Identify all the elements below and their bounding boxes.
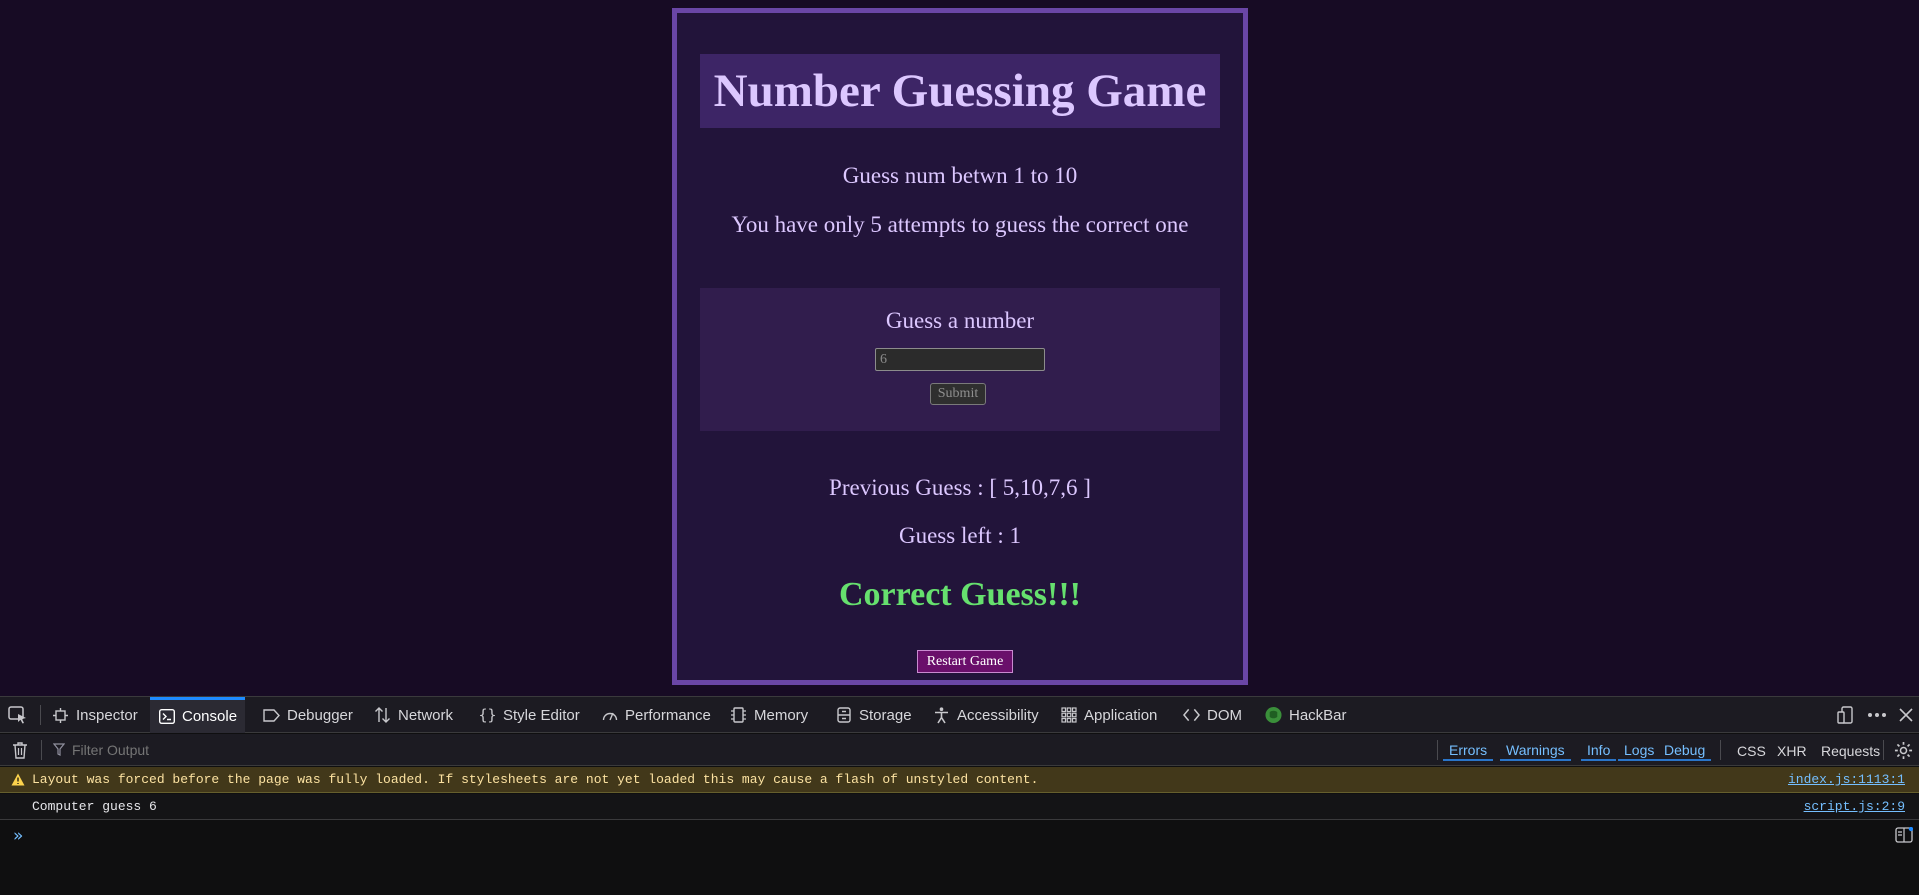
tab-network[interactable]: Network	[366, 697, 461, 733]
filter-icon	[53, 743, 65, 756]
style-editor-icon: {}	[478, 706, 497, 724]
message-text: Computer guess 6	[32, 799, 157, 814]
message-text: Layout was forced before the page was fu…	[32, 772, 1039, 787]
tab-style-editor[interactable]: {} Style Editor	[471, 697, 588, 733]
filter-info-button[interactable]: Info	[1581, 740, 1617, 761]
console-prompt-icon[interactable]: »	[13, 826, 23, 846]
accessibility-icon	[933, 706, 950, 724]
tab-label: Performance	[625, 706, 711, 724]
tab-storage[interactable]: Storage	[827, 697, 920, 733]
guess-input[interactable]	[875, 348, 1045, 371]
devtools-window-controls	[1837, 697, 1919, 733]
tab-label: HackBar	[1289, 706, 1347, 724]
result-message: Correct Guess!!!	[838, 576, 1081, 613]
filter-warnings-button[interactable]: Warnings	[1500, 740, 1571, 761]
tab-label: Console	[182, 708, 238, 725]
tab-debugger[interactable]: Debugger	[255, 697, 361, 733]
debugger-icon	[263, 707, 280, 724]
devtools-toolbar: Inspector Console Debugger Network {} St…	[0, 697, 1919, 733]
tab-console[interactable]: Console	[150, 697, 246, 733]
message-source-link[interactable]: script.js:2:9	[1804, 799, 1905, 814]
guesses-left: Guess left : 1	[898, 523, 1021, 548]
tab-label: Accessibility	[957, 706, 1039, 724]
tab-label: Memory	[754, 706, 809, 724]
page-viewport: Number Guessing Game Guess num betwn 1 t…	[0, 0, 1919, 696]
performance-icon	[601, 707, 618, 724]
tab-performance[interactable]: Performance	[593, 697, 719, 733]
inspector-icon	[52, 707, 69, 724]
filter-debug-button[interactable]: Debug	[1658, 740, 1712, 761]
filter-css-button[interactable]: CSS	[1737, 740, 1766, 761]
tab-hackbar[interactable]: HackBar	[1257, 697, 1355, 733]
game-container: Number Guessing Game Guess num betwn 1 t…	[672, 8, 1248, 685]
tab-inspector[interactable]: Inspector	[44, 697, 146, 733]
network-icon	[374, 707, 391, 724]
filter-output-input[interactable]	[72, 740, 472, 760]
tab-application[interactable]: Application	[1052, 697, 1165, 733]
devtools-panel: Inspector Console Debugger Network {} St…	[0, 696, 1919, 895]
tab-label: DOM	[1207, 706, 1242, 724]
more-options-icon[interactable]	[1867, 712, 1887, 718]
tab-dom[interactable]: DOM	[1175, 697, 1250, 733]
attempts-instruction: You have only 5 attempts to guess the co…	[731, 212, 1189, 237]
responsive-design-icon[interactable]	[1837, 706, 1855, 724]
tab-label: Application	[1084, 706, 1158, 724]
console-log-message: Computer guess 6 script.js:2:9	[0, 794, 1919, 820]
guess-label: Guess a number	[885, 308, 1035, 333]
tab-label: Debugger	[287, 706, 353, 724]
tab-label: Network	[398, 706, 454, 724]
tab-accessibility[interactable]: Accessibility	[925, 697, 1047, 733]
memory-icon	[730, 707, 747, 724]
gear-icon[interactable]	[1894, 741, 1913, 760]
tab-label: Inspector	[76, 706, 138, 724]
restart-button[interactable]: Restart Game	[917, 650, 1013, 673]
dom-icon	[1183, 707, 1200, 724]
filter-logs-button[interactable]: Logs	[1618, 740, 1661, 761]
tab-label: Style Editor	[503, 706, 580, 724]
tab-label: Storage	[859, 706, 912, 724]
hackbar-icon	[1265, 706, 1282, 724]
range-instruction: Guess num betwn 1 to 10	[842, 163, 1078, 188]
storage-icon	[835, 707, 852, 724]
application-icon	[1060, 707, 1077, 724]
tab-memory[interactable]: Memory	[722, 697, 816, 733]
warning-icon	[11, 773, 25, 786]
sidebar-toggle-icon[interactable]	[1895, 827, 1913, 843]
submit-button[interactable]: Submit	[930, 383, 986, 405]
console-filter-bar: Errors Warnings Info Logs Debug CSS XHR …	[0, 734, 1919, 766]
game-title: Number Guessing Game	[700, 54, 1220, 128]
guess-form: Guess a number Submit	[700, 288, 1220, 431]
filter-requests-button[interactable]: Requests	[1821, 740, 1880, 761]
trash-icon[interactable]	[12, 741, 28, 759]
previous-guesses: Previous Guess : [ 5,10,7,6 ]	[829, 475, 1091, 500]
filter-xhr-button[interactable]: XHR	[1777, 740, 1807, 761]
console-warning-message: Layout was forced before the page was fu…	[0, 767, 1919, 793]
filter-errors-button[interactable]: Errors	[1443, 740, 1494, 761]
message-source-link[interactable]: index.js:1113:1	[1788, 772, 1905, 787]
console-icon	[158, 708, 175, 725]
element-picker-icon[interactable]	[8, 706, 28, 724]
close-icon[interactable]	[1899, 708, 1913, 722]
